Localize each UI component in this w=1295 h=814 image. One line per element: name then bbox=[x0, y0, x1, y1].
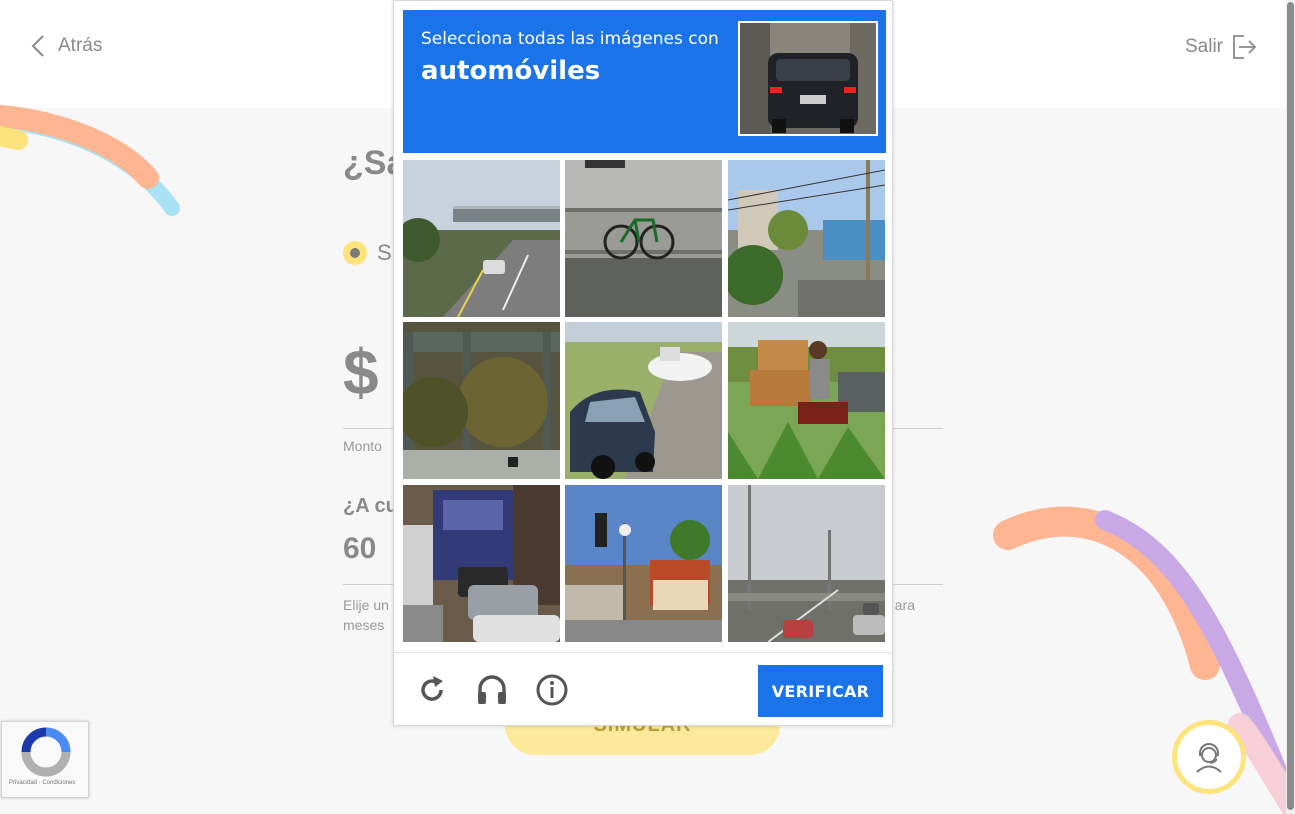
captcha-target: automóviles bbox=[421, 56, 601, 86]
captcha-banner: Selecciona todas las imágenes con automó… bbox=[403, 10, 886, 153]
currency-symbol: $ bbox=[343, 336, 379, 408]
captcha-tile[interactable] bbox=[403, 160, 560, 317]
captcha-tile[interactable] bbox=[565, 160, 722, 317]
captcha-tile[interactable] bbox=[728, 322, 885, 479]
captcha-instruction: Selecciona todas las imágenes con bbox=[421, 29, 719, 49]
info-icon[interactable] bbox=[535, 673, 569, 707]
radio-option-yes[interactable]: Si bbox=[343, 240, 397, 266]
captcha-grid bbox=[403, 160, 886, 643]
captcha-sample-image bbox=[738, 21, 878, 136]
recaptcha-badge-text: Privacidad - Condiciones bbox=[9, 780, 76, 786]
verify-button[interactable]: VERIFICAR bbox=[758, 665, 883, 717]
recaptcha-badge[interactable]: Privacidad - Condiciones bbox=[1, 721, 89, 798]
captcha-dialog: Selecciona todas las imágenes con automó… bbox=[393, 0, 893, 726]
captcha-tile[interactable] bbox=[728, 485, 885, 642]
amount-label: Monto bbox=[343, 438, 382, 454]
support-agent-icon bbox=[1196, 743, 1222, 773]
captcha-tile[interactable] bbox=[403, 322, 560, 479]
months-input[interactable]: 60 bbox=[343, 532, 376, 566]
hint-right: ara bbox=[894, 597, 915, 613]
reload-icon[interactable] bbox=[415, 673, 449, 707]
captcha-tile[interactable] bbox=[565, 322, 722, 479]
recaptcha-logo-icon bbox=[21, 727, 71, 777]
captcha-footer: VERIFICAR bbox=[394, 652, 892, 726]
scrollbar-thumb[interactable] bbox=[1287, 2, 1294, 810]
radio-button[interactable] bbox=[343, 241, 367, 265]
help-button[interactable] bbox=[1172, 720, 1246, 794]
captcha-tile[interactable] bbox=[403, 485, 560, 642]
scrollbar[interactable] bbox=[1286, 0, 1295, 814]
headphones-icon[interactable] bbox=[475, 673, 509, 707]
verify-label: VERIFICAR bbox=[771, 681, 870, 701]
months-question: ¿A cu bbox=[343, 495, 398, 517]
captcha-tile[interactable] bbox=[565, 485, 722, 642]
captcha-tile[interactable] bbox=[728, 160, 885, 317]
